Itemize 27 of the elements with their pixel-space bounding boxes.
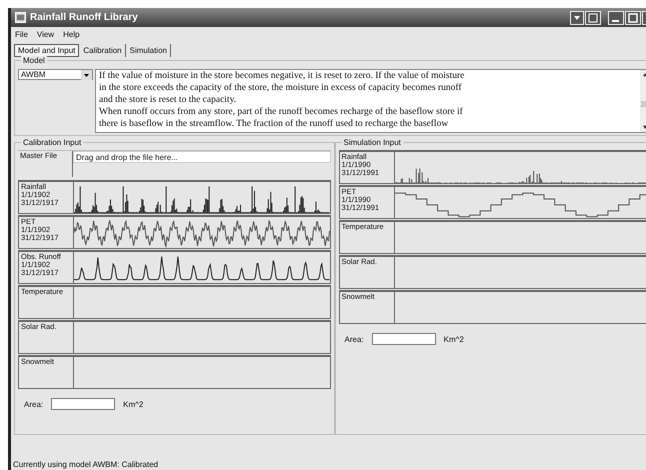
group-title: Model <box>21 56 47 65</box>
area-field[interactable] <box>372 333 436 345</box>
area-unit: Km^2 <box>123 400 144 408</box>
minimize-icon[interactable] <box>608 10 624 24</box>
system-menu-icon[interactable] <box>570 10 584 24</box>
area-label: Area: <box>24 400 44 408</box>
menu-item[interactable]: Help <box>63 30 80 39</box>
description-line: and the store is reset to the capacity. <box>99 94 238 106</box>
description-box[interactable] <box>95 69 646 133</box>
description-line: there is baseflow in the streamflow. The fraction of the runoff used to recharge the baseflow <box>99 118 450 130</box>
file-drop-field[interactable]: Drag and drop the file here... <box>73 151 330 163</box>
description-line: If the value of moisture in the store becomes negative, it is reset to zero. If the value of moisture <box>99 70 466 82</box>
tab[interactable]: Model and Input <box>14 44 80 57</box>
menu-item[interactable]: File <box>15 30 28 39</box>
restore-icon[interactable] <box>585 10 601 24</box>
window-title: Rainfall Runoff Library <box>30 12 138 23</box>
group-title: Calibration Input <box>21 138 84 147</box>
area-unit: Km^2 <box>444 334 464 344</box>
group-title: Simulation Input <box>342 138 403 147</box>
area-field[interactable] <box>51 398 116 410</box>
model-dropdown[interactable]: AWBM <box>18 69 93 80</box>
description-line: in the store exceeds the capacity of the store, the moisture in excess of capacity becomes runoff <box>99 82 463 94</box>
description-line: When runoff occurs from any store, part of the runoff becomes recharge of the baseflow store if <box>99 106 464 118</box>
area-label: Area: <box>344 334 364 344</box>
status-text: Currently using model AWBM: Calibrated <box>12 460 160 470</box>
menu-item[interactable]: View <box>36 30 54 39</box>
app-icon <box>15 12 26 23</box>
